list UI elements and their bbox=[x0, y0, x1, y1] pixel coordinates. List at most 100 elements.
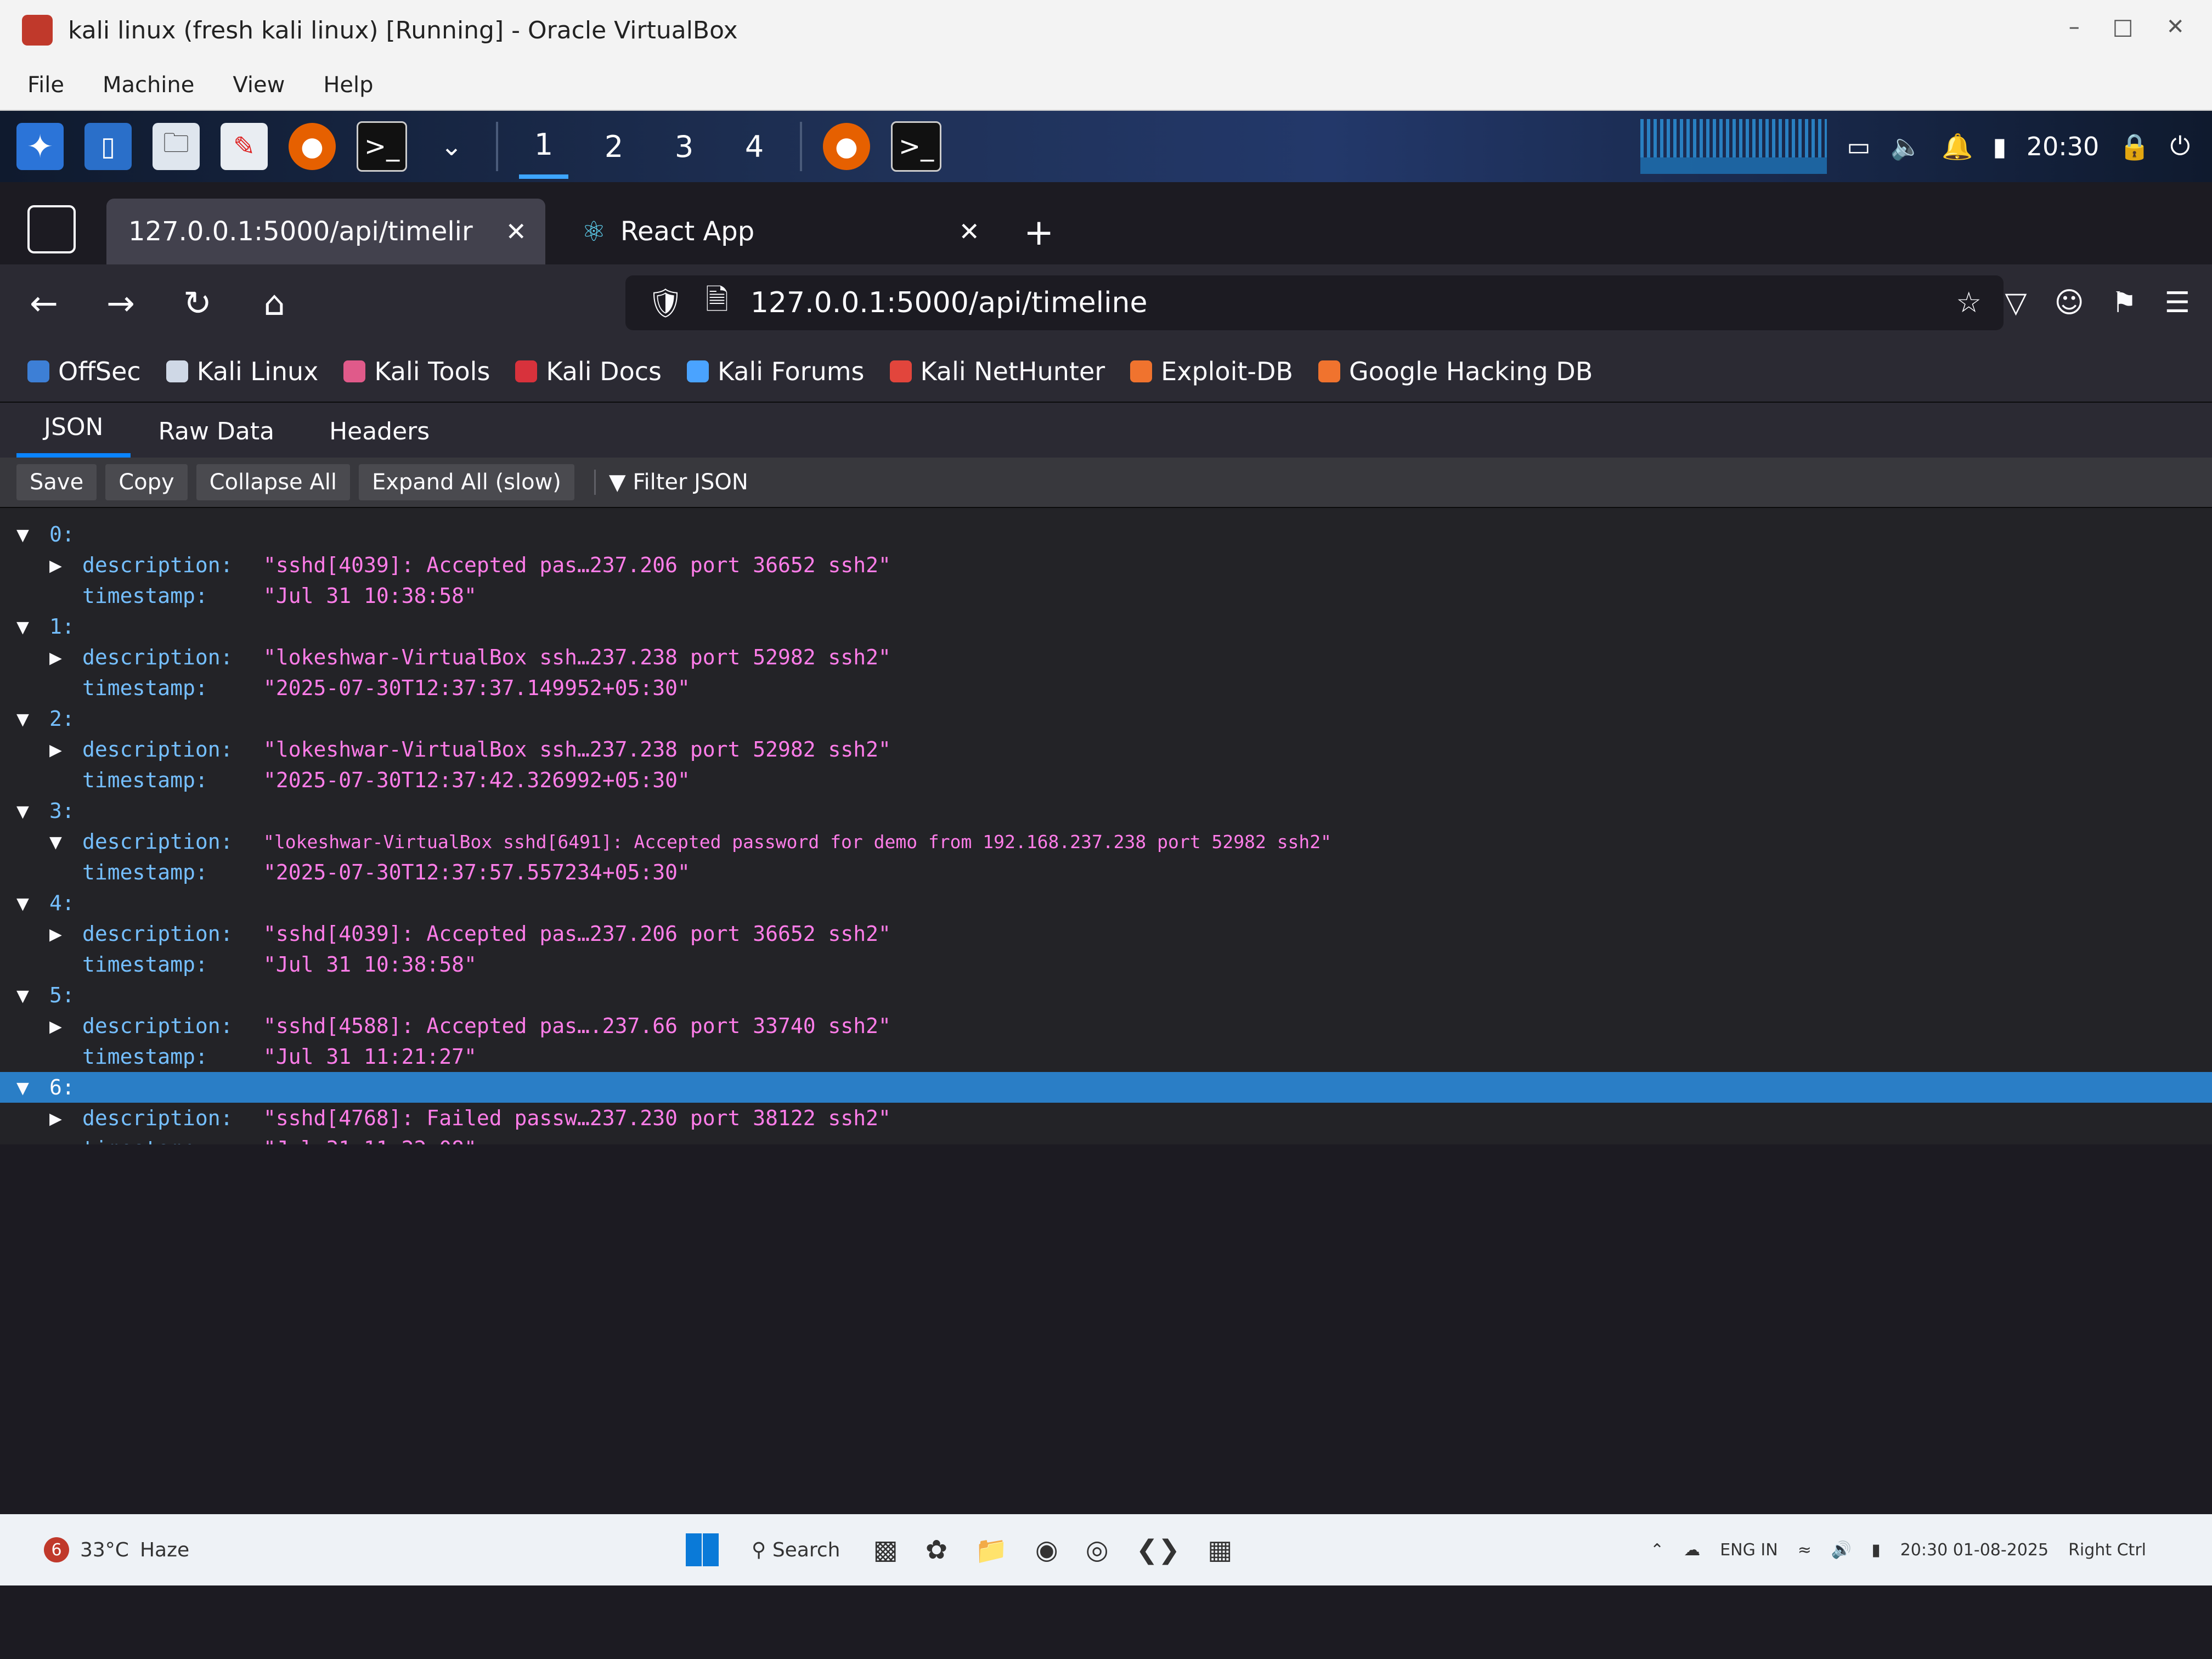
search-box[interactable]: ⚲ Search bbox=[752, 1539, 840, 1561]
volume-icon[interactable]: 🔈 bbox=[1891, 132, 1922, 162]
close-tab-icon[interactable]: ✕ bbox=[505, 217, 527, 246]
json-property-row[interactable]: ▶ description: "sshd[4039]: Accepted pas…2… bbox=[0, 918, 2212, 949]
display-icon[interactable]: ▭ bbox=[1847, 132, 1870, 161]
json-index-row[interactable]: ▼ 2: bbox=[0, 703, 2212, 734]
json-index-row-selected[interactable]: ▼ 6: bbox=[0, 1072, 2212, 1103]
expanded-triangle-icon[interactable]: ▼ bbox=[16, 707, 49, 731]
json-property-row[interactable]: ▼ description: "lokeshwar-VirtualBox sshd[… bbox=[0, 826, 2212, 857]
expanded-triangle-icon[interactable]: ▼ bbox=[16, 983, 49, 1007]
tab-timeline[interactable]: 127.0.0.1:5000/api/timelir ✕ bbox=[106, 199, 545, 264]
bell-icon[interactable]: 🔔 bbox=[1942, 132, 1973, 162]
speaker-icon[interactable]: 🔊 bbox=[1831, 1541, 1852, 1560]
json-property-row[interactable]: ▶ description: "lokeshwar-VirtualBox ssh…2… bbox=[0, 642, 2212, 673]
json-property-row[interactable]: ▶ description: "sshd[4588]: Accepted pas….… bbox=[0, 1011, 2212, 1041]
expanded-triangle-icon[interactable]: ▼ bbox=[16, 1075, 49, 1099]
chevron-up-icon[interactable]: ⌃ bbox=[1650, 1541, 1664, 1560]
windows-start-icon[interactable] bbox=[686, 1533, 719, 1566]
json-property-row[interactable]: timestamp:"Jul 31 11:22:08" bbox=[0, 1133, 2212, 1144]
firefox-task-icon[interactable]: ● bbox=[823, 123, 870, 170]
wifi-icon[interactable]: ≈ bbox=[1798, 1541, 1812, 1560]
widgets-icon[interactable]: ▩ bbox=[873, 1534, 898, 1566]
json-index-row[interactable]: ▼ 5: bbox=[0, 980, 2212, 1011]
power-icon[interactable]: ⏻ bbox=[2170, 131, 2190, 162]
expanded-triangle-icon[interactable]: ▼ bbox=[16, 799, 49, 823]
weather-widget[interactable]: 6 33°C Haze bbox=[44, 1537, 189, 1562]
edge-icon[interactable]: ◉ bbox=[1035, 1534, 1058, 1566]
close-icon[interactable]: ✕ bbox=[2166, 14, 2185, 40]
forward-icon[interactable]: → bbox=[99, 283, 143, 323]
json-property-row[interactable]: timestamp: "2025-07-30T12:37:57.557234+05… bbox=[0, 857, 2212, 888]
json-property-row[interactable]: timestamp: "2025-07-30T12:37:42.326992+05… bbox=[0, 765, 2212, 795]
json-property-row[interactable]: timestamp: "2025-07-30T12:37:37.149952+05… bbox=[0, 673, 2212, 703]
bookmark-exploit-db[interactable]: Exploit-DB bbox=[1130, 357, 1293, 386]
filter-json[interactable]: ▼ Filter JSON bbox=[594, 470, 748, 495]
expanded-triangle-icon[interactable]: ▼ bbox=[49, 830, 82, 854]
tab-overview-icon[interactable] bbox=[27, 205, 76, 253]
json-index-row[interactable]: ▼ 4: bbox=[0, 888, 2212, 918]
json-property-row[interactable]: timestamp: "Jul 31 11:21:27" bbox=[0, 1041, 2212, 1072]
bookmark-offsec[interactable]: OffSec bbox=[27, 357, 141, 386]
save-button[interactable]: Save bbox=[16, 464, 97, 500]
shield-icon[interactable]: 🛡 bbox=[647, 286, 684, 320]
bookmark-star-icon[interactable]: ☆ bbox=[1956, 286, 1982, 319]
collapsed-triangle-icon[interactable]: ▶ bbox=[49, 645, 82, 669]
workspace-2[interactable]: 2 bbox=[589, 116, 639, 177]
collapsed-triangle-icon[interactable]: ▶ bbox=[49, 1106, 82, 1130]
json-index-row[interactable]: ▼ 0: bbox=[0, 519, 2212, 550]
tab-raw-data[interactable]: Raw Data bbox=[131, 417, 302, 458]
expanded-triangle-icon[interactable]: ▼ bbox=[16, 614, 49, 639]
json-property-row[interactable]: timestamp: "Jul 31 10:38:58" bbox=[0, 949, 2212, 980]
menu-icon[interactable]: ☰ bbox=[2164, 286, 2190, 319]
chevron-down-icon[interactable]: ⌄ bbox=[428, 123, 475, 170]
tab-react-app[interactable]: ⚛ React App ✕ bbox=[560, 199, 998, 264]
account-icon[interactable]: ☺ bbox=[2055, 286, 2084, 319]
file-explorer-icon[interactable]: 📁 bbox=[975, 1534, 1008, 1566]
bookmark-google-hacking-db[interactable]: Google Hacking DB bbox=[1318, 357, 1593, 386]
bookmark-kali-linux[interactable]: Kali Linux bbox=[166, 357, 318, 386]
tab-json[interactable]: JSON bbox=[16, 413, 131, 458]
json-property-row[interactable]: ▶ description: "lokeshwar-VirtualBox ssh…2… bbox=[0, 734, 2212, 765]
json-index-row[interactable]: ▼ 3: bbox=[0, 795, 2212, 826]
battery-tray-icon[interactable]: ▮ bbox=[1871, 1541, 1881, 1560]
menu-view[interactable]: View bbox=[233, 72, 285, 98]
url-text[interactable]: 127.0.0.1:5000/api/timeline bbox=[751, 286, 1148, 319]
lock-icon[interactable]: 🔒 bbox=[2119, 132, 2150, 162]
menu-help[interactable]: Help bbox=[323, 72, 373, 98]
chrome-icon[interactable]: ◎ bbox=[1086, 1534, 1109, 1566]
folder-icon[interactable]: 🗀 bbox=[153, 123, 200, 170]
workspace-1[interactable]: 1 bbox=[519, 114, 568, 179]
expanded-triangle-icon[interactable]: ▼ bbox=[16, 522, 49, 546]
extensions-icon[interactable]: ⚑ bbox=[2112, 286, 2137, 319]
workspace-4[interactable]: 4 bbox=[730, 116, 779, 177]
bookmark-kali-docs[interactable]: Kali Docs bbox=[515, 357, 662, 386]
firefox-icon[interactable]: ● bbox=[289, 123, 336, 170]
panel-clock[interactable]: 20:30 bbox=[2027, 132, 2100, 161]
tab-headers[interactable]: Headers bbox=[302, 417, 457, 458]
collapse-all-button[interactable]: Collapse All bbox=[196, 464, 350, 500]
json-property-row[interactable]: ▶ description: "sshd[4039]: Accepted pas…2… bbox=[0, 550, 2212, 580]
json-index-row[interactable]: ▼ 1: bbox=[0, 611, 2212, 642]
menu-file[interactable]: File bbox=[27, 72, 64, 98]
collapsed-triangle-icon[interactable]: ▶ bbox=[49, 737, 82, 761]
minimize-icon[interactable]: – bbox=[2069, 14, 2080, 40]
collapsed-triangle-icon[interactable]: ▶ bbox=[49, 553, 82, 577]
expand-all-button[interactable]: Expand All (slow) bbox=[358, 464, 574, 500]
tray-clock[interactable]: 20:30 01-08-2025 bbox=[1900, 1541, 2049, 1560]
new-tab-button[interactable]: + bbox=[1013, 211, 1065, 264]
collapsed-triangle-icon[interactable]: ▶ bbox=[49, 1014, 82, 1038]
copy-button[interactable]: Copy bbox=[105, 464, 188, 500]
terminal-task-icon[interactable]: >_ bbox=[891, 121, 941, 172]
home-icon[interactable]: ⌂ bbox=[252, 283, 296, 323]
bookmark-kali-tools[interactable]: Kali Tools bbox=[343, 357, 490, 386]
onedrive-icon[interactable]: ☁ bbox=[1684, 1541, 1700, 1560]
bookmark-kali-forums[interactable]: Kali Forums bbox=[686, 357, 865, 386]
json-property-row[interactable]: ▶ description: "sshd[4768]: Failed passw…2… bbox=[0, 1103, 2212, 1133]
bookmark-kali-nethunter[interactable]: Kali NetHunter bbox=[889, 357, 1105, 386]
virtualbox-taskbar-icon[interactable]: ▦ bbox=[1207, 1534, 1232, 1566]
copilot-icon[interactable]: ✿ bbox=[926, 1534, 947, 1566]
reload-icon[interactable]: ↻ bbox=[176, 283, 219, 323]
workspace-3[interactable]: 3 bbox=[659, 116, 709, 177]
kali-menu-icon[interactable]: ✦ bbox=[16, 123, 64, 170]
terminal-icon[interactable]: >_ bbox=[357, 121, 407, 172]
collapsed-triangle-icon[interactable]: ▶ bbox=[49, 922, 82, 946]
